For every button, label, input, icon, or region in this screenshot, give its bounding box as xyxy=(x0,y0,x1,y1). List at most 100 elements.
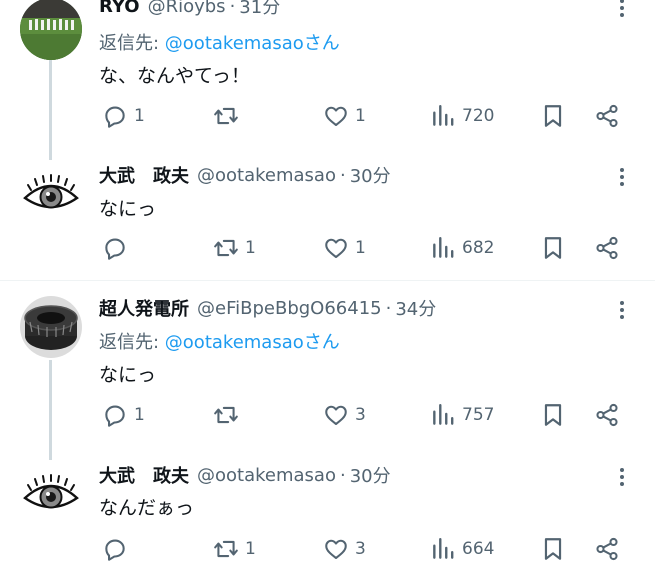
eye-drawing-icon xyxy=(20,166,82,228)
reply-button[interactable]: 1 xyxy=(102,101,145,131)
bookmark-button[interactable] xyxy=(540,101,566,131)
view-count: 757 xyxy=(462,405,495,425)
retweet-button[interactable] xyxy=(213,400,245,430)
action-bar: 1 1 682 xyxy=(0,233,655,263)
bar-chart-icon xyxy=(430,402,456,428)
like-button[interactable]: 1 xyxy=(323,233,366,263)
tweet-text: なにっ xyxy=(99,198,157,220)
display-name[interactable]: RYO xyxy=(99,0,140,17)
reply-to-link[interactable]: @ootakemasaoさん xyxy=(165,33,340,54)
speech-bubble-icon xyxy=(102,402,128,428)
view-count: 664 xyxy=(462,539,495,559)
reply-prefix: 返信先: xyxy=(99,332,165,353)
like-count: 1 xyxy=(355,106,366,126)
timestamp[interactable]: 30分 xyxy=(350,162,391,188)
separator-dot: · xyxy=(339,464,346,486)
retweet-button[interactable] xyxy=(213,101,245,131)
bookmark-button[interactable] xyxy=(540,534,566,564)
tweet-text: なにっ xyxy=(99,364,157,386)
ring-object-icon xyxy=(20,296,82,358)
like-button[interactable]: 3 xyxy=(323,400,366,430)
share-icon xyxy=(594,536,620,562)
bar-chart-icon xyxy=(430,103,456,129)
retweet-count: 1 xyxy=(245,238,256,258)
avatar[interactable] xyxy=(20,0,82,60)
display-name[interactable]: 大武 政夫 xyxy=(99,462,189,488)
tweet[interactable]: 大武 政夫 @ootakemasao · 30分 なにっ 1 1 682 xyxy=(0,160,655,280)
speech-bubble-icon xyxy=(102,103,128,129)
handle[interactable]: @Rioybs xyxy=(148,0,226,17)
retweet-button[interactable]: 1 xyxy=(213,233,256,263)
handle[interactable]: @ootakemasao xyxy=(197,165,336,186)
views-button[interactable]: 720 xyxy=(430,101,494,131)
retweet-icon xyxy=(213,536,239,562)
tweet[interactable]: 大武 政夫 @ootakemasao · 30分 なんだぁっ 1 3 664 xyxy=(0,460,655,571)
more-icon[interactable] xyxy=(612,298,632,320)
display-name[interactable]: 大武 政夫 xyxy=(99,162,189,188)
like-button[interactable]: 1 xyxy=(323,101,366,131)
bar-chart-icon xyxy=(430,536,456,562)
views-button[interactable]: 664 xyxy=(430,534,494,564)
share-icon xyxy=(594,103,620,129)
timestamp[interactable]: 30分 xyxy=(350,462,391,488)
share-button[interactable] xyxy=(594,233,620,263)
reply-to-link[interactable]: @ootakemasaoさん xyxy=(165,332,340,353)
more-icon[interactable] xyxy=(612,465,632,487)
reply-button[interactable] xyxy=(102,233,134,263)
share-button[interactable] xyxy=(594,534,620,564)
separator-dot: · xyxy=(385,297,392,319)
reply-button[interactable] xyxy=(102,534,134,564)
tweet-text: なんだぁっ xyxy=(99,497,195,519)
bookmark-icon xyxy=(540,235,566,261)
retweet-icon xyxy=(213,103,239,129)
stadium-photo-icon xyxy=(20,0,82,60)
share-icon xyxy=(594,402,620,428)
reply-prefix: 返信先: xyxy=(99,33,165,54)
eye-drawing-icon xyxy=(20,466,82,528)
bookmark-icon xyxy=(540,103,566,129)
retweet-icon xyxy=(213,235,239,261)
bar-chart-icon xyxy=(430,235,456,261)
like-count: 3 xyxy=(355,405,366,425)
more-icon[interactable] xyxy=(612,0,632,18)
retweet-button[interactable]: 1 xyxy=(213,534,256,564)
action-bar: 1 3 757 xyxy=(0,400,655,430)
heart-icon xyxy=(323,235,349,261)
separator-dot: · xyxy=(229,0,236,17)
speech-bubble-icon xyxy=(102,235,128,261)
action-bar: 1 3 664 xyxy=(0,534,655,564)
tweet[interactable]: RYO @Rioybs · 31分 返信先: @ootakemasaoさん な、… xyxy=(0,0,655,150)
retweet-icon xyxy=(213,402,239,428)
bookmark-button[interactable] xyxy=(540,233,566,263)
share-button[interactable] xyxy=(594,101,620,131)
heart-icon xyxy=(323,402,349,428)
bookmark-icon xyxy=(540,402,566,428)
avatar[interactable] xyxy=(20,166,82,228)
like-button[interactable]: 3 xyxy=(323,534,366,564)
views-button[interactable]: 757 xyxy=(430,400,494,430)
retweet-count: 1 xyxy=(245,539,256,559)
share-button[interactable] xyxy=(594,400,620,430)
avatar[interactable] xyxy=(20,466,82,528)
avatar[interactable] xyxy=(20,296,82,358)
divider xyxy=(0,280,655,281)
reply-count: 1 xyxy=(134,405,145,425)
handle[interactable]: @eFiBpeBbgO66415 xyxy=(197,298,382,319)
reply-context: 返信先: @ootakemasaoさん xyxy=(99,328,340,354)
reply-button[interactable]: 1 xyxy=(102,400,145,430)
display-name[interactable]: 超人発電所 xyxy=(99,295,189,321)
reply-count: 1 xyxy=(134,106,145,126)
like-count: 1 xyxy=(355,238,366,258)
tweet[interactable]: 超人発電所 @eFiBpeBbgO66415 · 34分 返信先: @ootak… xyxy=(0,292,655,452)
handle[interactable]: @ootakemasao xyxy=(197,465,336,486)
reply-context: 返信先: @ootakemasaoさん xyxy=(99,29,340,55)
share-icon xyxy=(594,235,620,261)
tweet-text: な、なんやてっ！ xyxy=(99,65,250,87)
views-button[interactable]: 682 xyxy=(430,233,494,263)
timestamp[interactable]: 34分 xyxy=(395,295,436,321)
timestamp[interactable]: 31分 xyxy=(239,0,280,19)
more-icon[interactable] xyxy=(612,165,632,187)
bookmark-icon xyxy=(540,536,566,562)
bookmark-button[interactable] xyxy=(540,400,566,430)
view-count: 682 xyxy=(462,238,495,258)
